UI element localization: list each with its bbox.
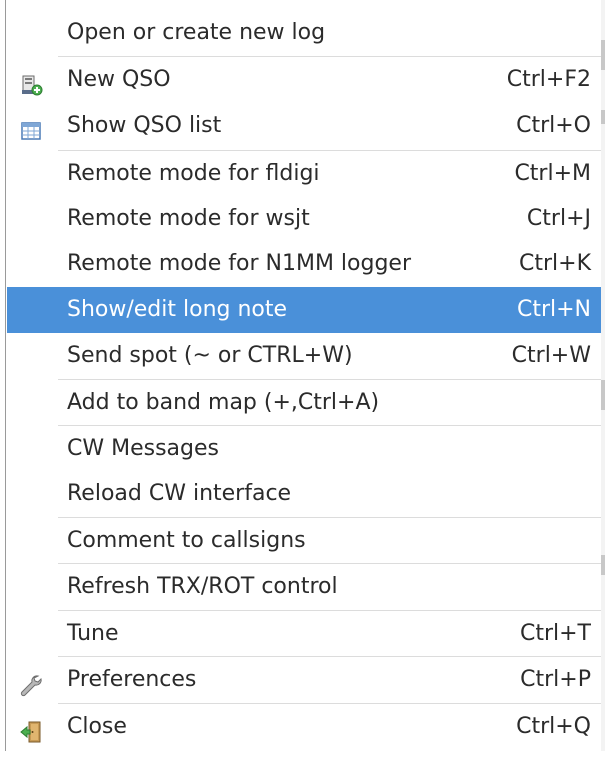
menu-item-add-band-map[interactable]: Add to band map (+,Ctrl+A) [7, 380, 601, 426]
background-window-mark [601, 555, 605, 575]
menu-item-show-qso-list[interactable]: Show QSO list Ctrl+O [7, 103, 601, 149]
menu-item-shortcut: Ctrl+N [516, 297, 591, 322]
menu-item-label: Refresh TRX/ROT control [67, 574, 338, 599]
menu-item-reload-cw[interactable]: Reload CW interface [7, 471, 601, 517]
context-menu: Open or create new log New QSO Ctrl+F2 S… [0, 0, 605, 751]
menu-item-label: Close [67, 714, 127, 739]
menu-item-shortcut: Ctrl+F2 [506, 67, 591, 92]
background-window-mark [601, 380, 605, 410]
menu-item-long-note[interactable]: Show/edit long note Ctrl+N [7, 287, 601, 333]
menu-item-remote-wsjt[interactable]: Remote mode for wsjt Ctrl+J [7, 196, 601, 242]
menu-item-label: Remote mode for wsjt [67, 206, 310, 231]
background-window-mark [601, 40, 605, 70]
background-window-mark [601, 110, 605, 124]
menu-item-shortcut: Ctrl+O [516, 113, 591, 138]
menu-item-label: Tune [67, 621, 119, 646]
menu-item-shortcut: Ctrl+W [511, 343, 591, 368]
menu-item-remote-fldigi[interactable]: Remote mode for fldigi Ctrl+M [7, 151, 601, 197]
menu-item-label: Reload CW interface [67, 481, 292, 506]
menu-item-label: Comment to callsigns [67, 528, 306, 553]
menu-item-tune[interactable]: Tune Ctrl+T [7, 611, 601, 657]
table-icon [19, 114, 43, 140]
menu-item-shortcut: Ctrl+P [520, 667, 591, 692]
menu-item-label: Show/edit long note [67, 297, 288, 322]
menu-item-open-log[interactable]: Open or create new log [7, 10, 601, 56]
menu-item-cw-messages[interactable]: CW Messages [7, 426, 601, 472]
menu-item-new-qso[interactable]: New QSO Ctrl+F2 [7, 57, 601, 103]
menu-item-label: New QSO [67, 67, 171, 92]
menu-item-shortcut: Ctrl+M [514, 161, 591, 186]
menu-item-send-spot[interactable]: Send spot (~ or CTRL+W) Ctrl+W [7, 333, 601, 379]
new-qso-icon [19, 68, 43, 96]
menu-item-shortcut: Ctrl+K [518, 251, 591, 276]
menu-item-label: Add to band map (+,Ctrl+A) [67, 390, 380, 415]
menu-item-shortcut: Ctrl+J [526, 206, 591, 231]
menu-item-label: Send spot (~ or CTRL+W) [67, 343, 353, 368]
wrench-icon [19, 668, 43, 697]
menu-item-label: Remote mode for fldigi [67, 161, 320, 186]
menu-item-label: CW Messages [67, 436, 219, 461]
menu-item-label: Show QSO list [67, 113, 222, 138]
menu-item-shortcut: Ctrl+T [519, 621, 591, 646]
menu-item-remote-n1mm[interactable]: Remote mode for N1MM logger Ctrl+K [7, 241, 601, 287]
menu-item-comment-callsigns[interactable]: Comment to callsigns [7, 518, 601, 564]
menu-item-refresh-trx[interactable]: Refresh TRX/ROT control [7, 564, 601, 610]
menu-item-preferences[interactable]: Preferences Ctrl+P [7, 657, 601, 703]
menu-item-close[interactable]: Close Ctrl+Q [7, 704, 601, 750]
menu-item-label: Open or create new log [67, 20, 326, 45]
menu-item-label: Remote mode for N1MM logger [67, 251, 411, 276]
exit-door-icon [19, 715, 43, 743]
menu-item-label: Preferences [67, 667, 197, 692]
menu-item-shortcut: Ctrl+Q [516, 714, 591, 739]
menu-left-border [5, 0, 6, 751]
